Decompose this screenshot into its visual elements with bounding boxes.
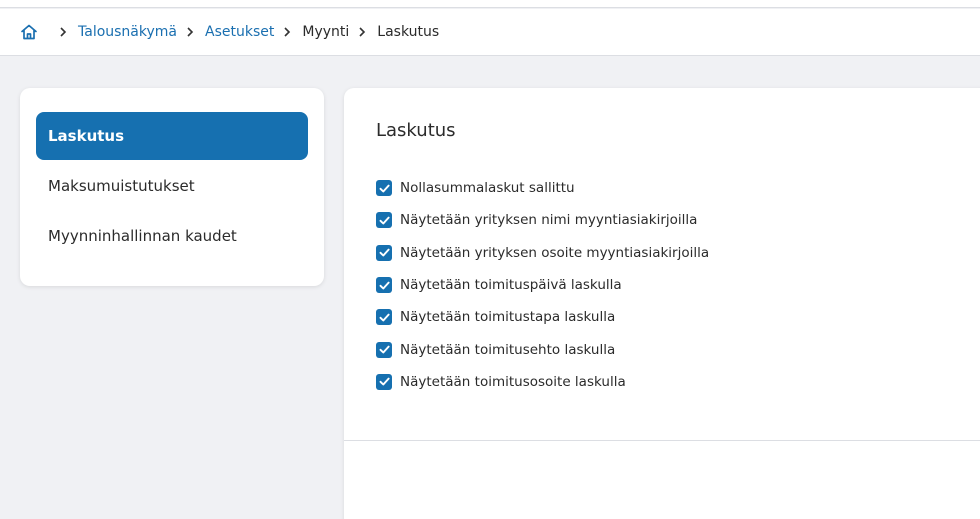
checkbox-label: Näytetään toimitusehto laskulla (400, 341, 616, 358)
breadcrumb-item-laskutus: Laskutus (377, 24, 440, 40)
chevron-right-icon (59, 27, 69, 37)
checkbox-row[interactable]: Näytetään toimitusosoite laskulla (376, 366, 709, 398)
sidebar-item-maksumuistutukset[interactable]: Maksumuistutukset (36, 162, 308, 210)
settings-sidebar: Laskutus Maksumuistutukset Myynninhallin… (20, 88, 324, 286)
sidebar-item-myynninhallinnan-kaudet[interactable]: Myynninhallinnan kaudet (36, 212, 308, 260)
check-icon (379, 313, 390, 322)
breadcrumb: Talousnäkymä Asetukset Myynti Laskutus (0, 9, 980, 56)
chevron-right-icon (283, 27, 293, 37)
check-icon (379, 248, 390, 257)
page-title: Laskutus (376, 120, 456, 141)
checkbox-checked[interactable] (376, 373, 392, 390)
sidebar-item-laskutus[interactable]: Laskutus (36, 112, 308, 160)
chevron-right-icon (358, 27, 368, 37)
check-icon (379, 378, 390, 386)
breadcrumb-item-asetukset[interactable]: Asetukset (205, 24, 274, 40)
check-icon (379, 216, 390, 225)
settings-panel: Laskutus Nollasummalaskut sallittu Näyte… (344, 88, 980, 519)
checkbox-row[interactable]: Näytetään yrityksen nimi myyntiasiakirjo… (376, 204, 709, 236)
check-icon (379, 184, 390, 193)
check-icon (379, 281, 390, 289)
checkbox-row[interactable]: Näytetään yrityksen osoite myyntiasiakir… (376, 237, 709, 269)
checkbox-checked[interactable] (376, 341, 392, 358)
checkbox-label: Näytetään toimitusosoite laskulla (400, 373, 626, 390)
checkbox-checked[interactable] (376, 309, 392, 326)
checkbox-row[interactable]: Näytetään toimitustapa laskulla (376, 301, 709, 333)
checkbox-checked[interactable] (376, 277, 392, 294)
top-strip (0, 0, 980, 8)
checkbox-label: Nollasummalaskut sallittu (400, 180, 575, 197)
checkbox-checked[interactable] (376, 212, 392, 229)
check-icon (379, 345, 390, 354)
checkbox-label: Näytetään toimituspäivä laskulla (400, 277, 622, 294)
breadcrumb-item-myynti: Myynti (302, 24, 350, 40)
chevron-right-icon (186, 27, 196, 37)
breadcrumb-item-talousnakyma[interactable]: Talousnäkymä (78, 24, 177, 40)
home-icon[interactable] (20, 23, 38, 41)
checkbox-label: Näytetään yrityksen osoite myyntiasiakir… (400, 244, 710, 261)
checkbox-row[interactable]: Nollasummalaskut sallittu (376, 172, 709, 204)
checkbox-label: Näytetään yrityksen nimi myyntiasiakirjo… (400, 212, 698, 229)
divider (344, 440, 980, 441)
checkbox-row[interactable]: Näytetään toimituspäivä laskulla (376, 269, 709, 301)
checkbox-checked[interactable] (376, 180, 392, 197)
checkbox-row[interactable]: Näytetään toimitusehto laskulla (376, 333, 709, 365)
checkbox-checked[interactable] (376, 244, 392, 261)
checkbox-list: Nollasummalaskut sallittu Näytetään yrit… (376, 172, 709, 398)
checkbox-label: Näytetään toimitustapa laskulla (400, 309, 616, 326)
